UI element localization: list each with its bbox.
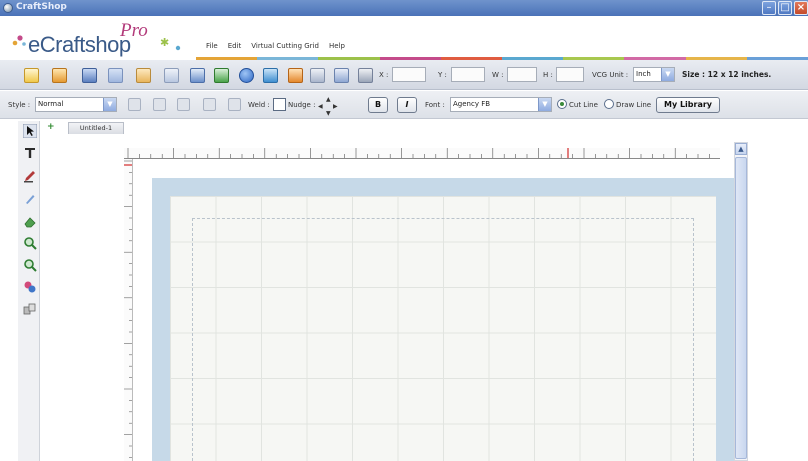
tab-untitled-1[interactable]: Untitled-1 [68,122,124,134]
cut-margin-guide [192,218,694,461]
font-label: Font : [425,101,445,109]
scrollbar-thumb[interactable] [735,157,747,459]
chevron-down-icon: ▼ [538,98,551,111]
title-bar: CraftShop – □ × [0,0,808,16]
h-input[interactable] [556,67,584,82]
logo-name: eCraftshop [28,32,131,57]
y-input[interactable] [451,67,485,82]
style-label: Style : [8,101,31,109]
vcg-unit-value: Inch [636,70,651,78]
style-value: Normal [38,100,64,108]
open-folder-icon[interactable] [52,68,67,83]
style-select[interactable]: Normal ▼ [35,97,117,112]
vcg-unit-select[interactable]: Inch ▼ [633,67,675,82]
shapes-icon[interactable] [23,280,37,294]
window-title: CraftShop [16,2,67,12]
save-icon[interactable] [82,68,97,83]
weld-label: Weld : [248,101,270,109]
y-label: Y : [438,71,447,79]
pencil-icon[interactable] [23,169,37,183]
top-ruler [124,148,720,159]
cut-line-label: Cut Line [569,101,598,109]
w-label: W : [492,71,504,79]
cut-line-radio[interactable] [557,99,567,109]
minimize-button[interactable]: – [762,1,776,15]
group-icon[interactable] [310,68,325,83]
add-tab-button[interactable]: + [47,122,55,132]
zoom-out-icon[interactable] [23,258,37,272]
scroll-up-icon[interactable]: ▲ [735,143,747,155]
svg-text:▼: ▼ [326,110,331,116]
italic-button[interactable]: I [397,97,417,113]
left-ruler [124,159,133,461]
svg-text:▲: ▲ [326,96,331,103]
font-value: Agency FB [453,100,491,108]
align-center-icon[interactable] [153,98,166,111]
logo-dots-icon [12,35,26,46]
vertical-scrollbar[interactable]: ▲ [734,142,748,461]
layers-icon[interactable] [23,302,37,316]
format-toolbar: Style : Normal ▼ Weld : Nudge : ▲ ◀ ▶ ▼ … [0,91,808,119]
select-pointer-icon[interactable] [23,124,37,138]
menu-bar: File Edit Virtual Cutting Grid Help [206,42,345,50]
export-icon[interactable] [214,68,229,83]
logo: eCraftshop Pro ✱ [12,20,182,58]
logo-edition: Pro [120,20,148,41]
paste-icon[interactable] [136,68,151,83]
canvas-size-label: Size : 12 x 12 inches. [682,70,772,79]
font-select[interactable]: Agency FB ▼ [450,97,552,112]
close-button[interactable]: × [794,1,808,15]
text-tool-icon[interactable] [23,146,37,160]
maximize-button[interactable]: □ [778,1,792,15]
align-left-icon[interactable] [128,98,141,111]
vcg-unit-label: VCG Unit : [592,71,629,79]
redo-icon[interactable] [288,68,303,83]
app-icon [3,3,13,13]
image-icon[interactable] [190,68,205,83]
svg-text:✱: ✱ [160,36,169,49]
grid-icon[interactable] [358,68,373,83]
weld-checkbox[interactable] [273,98,286,111]
align-right-icon[interactable] [177,98,190,111]
chevron-down-icon: ▼ [103,98,116,111]
menu-virtual-cutting-grid[interactable]: Virtual Cutting Grid [251,42,319,50]
eraser-icon[interactable] [23,215,37,229]
h-label: H : [543,71,553,79]
flip-vertical-icon[interactable] [228,98,241,111]
draw-line-radio[interactable] [604,99,614,109]
x-input[interactable] [392,67,426,82]
flip-horizontal-icon[interactable] [203,98,216,111]
ungroup-icon[interactable] [334,68,349,83]
menu-help[interactable]: Help [329,42,345,50]
help-icon[interactable] [239,68,254,83]
undo-icon[interactable] [263,68,278,83]
nudge-arrows-icon[interactable]: ▲ ◀ ▶ ▼ [318,94,340,116]
zoom-in-icon[interactable] [23,236,37,250]
app-header: eCraftshop Pro ✱ File Edit Virtual Cutti… [0,16,808,60]
main-toolbar: X : Y : W : H : VCG Unit : Inch ▼ Size :… [0,60,808,90]
brush-icon[interactable] [23,192,37,206]
draw-line-label: Draw Line [616,101,652,109]
menu-edit[interactable]: Edit [228,42,242,50]
my-library-button[interactable]: My Library [656,97,720,113]
svg-text:▶: ▶ [333,103,338,110]
svg-text:◀: ◀ [318,103,323,110]
chevron-down-icon: ▼ [661,68,674,81]
print-preview-icon[interactable] [164,68,179,83]
logo-sparkle-icon: ✱ [160,36,181,51]
bold-button[interactable]: B [368,97,388,113]
copy-icon[interactable] [108,68,123,83]
nudge-label: Nudge : [288,101,316,109]
new-file-icon[interactable] [24,68,39,83]
menu-file[interactable]: File [206,42,218,50]
x-label: X : [379,71,389,79]
w-input[interactable] [507,67,537,82]
